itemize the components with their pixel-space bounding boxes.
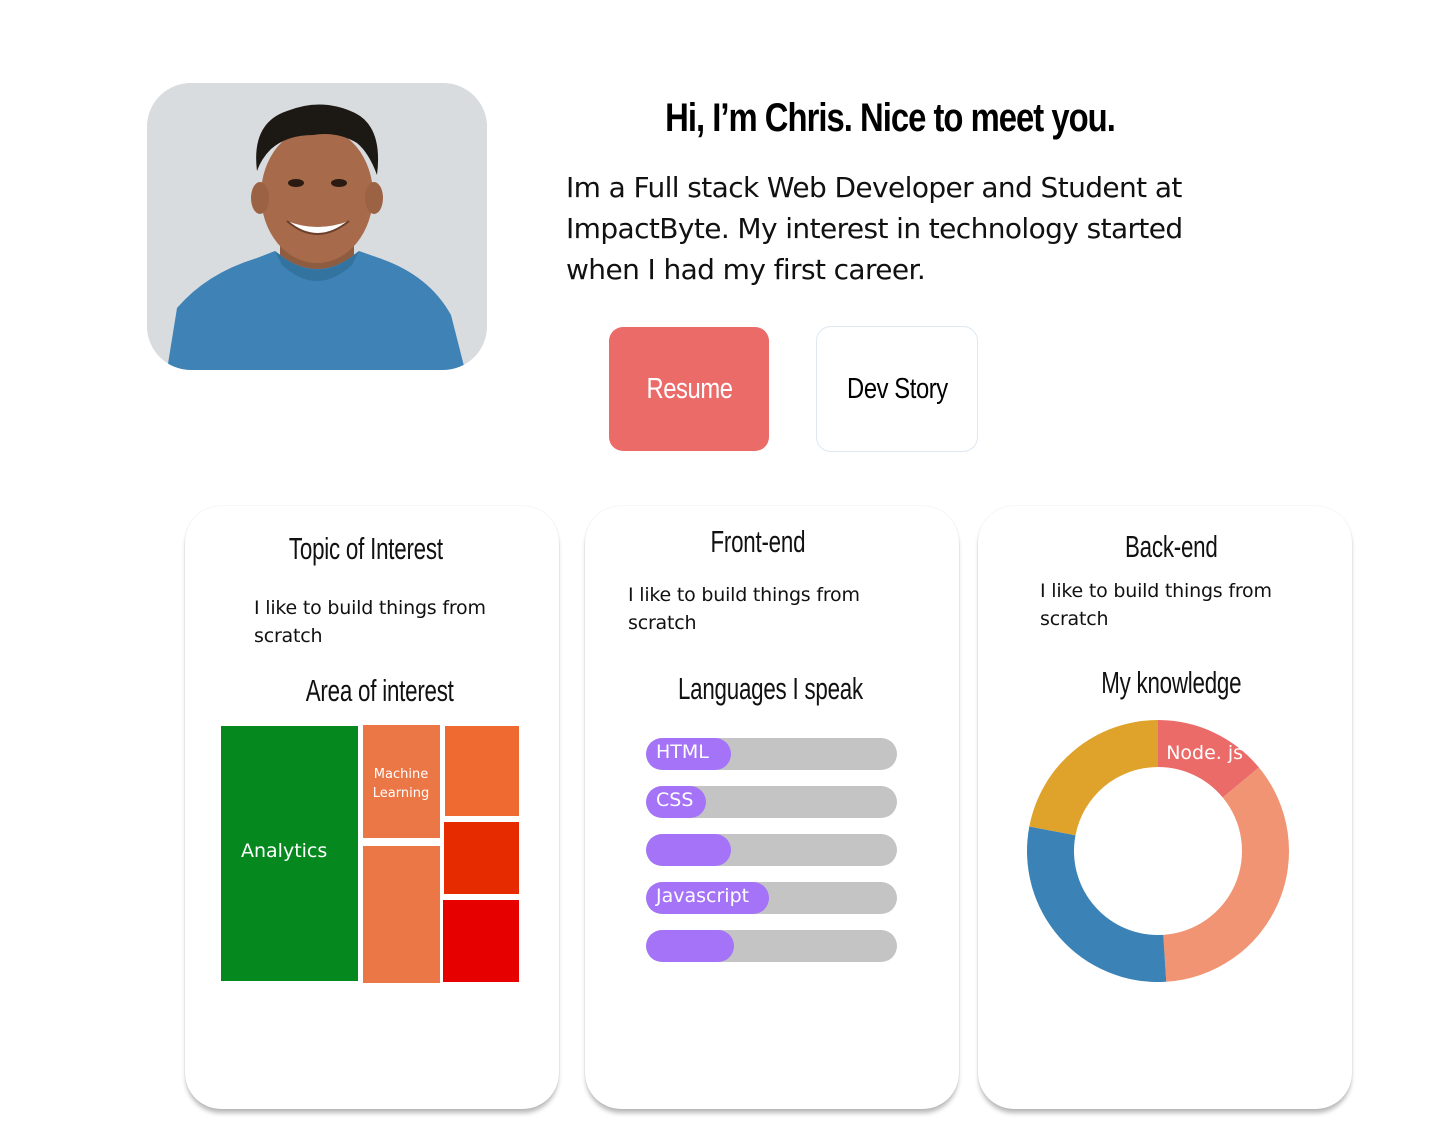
language-bar: HTML [646,738,897,770]
treemap-label: Analytics [241,840,328,862]
profile-photo [147,83,487,370]
card-description: I like to build things from scratch [628,584,860,634]
card-description: I like to build things from scratch [1040,580,1272,630]
treemap-cell [363,846,440,983]
treemap-cell [443,900,519,982]
language-bar [646,834,897,866]
treemap-label: Machine Learning [372,767,430,801]
card-title: Front-end [710,524,805,559]
card-subtitle: My knowledge [1100,665,1242,700]
language-bar-fill [646,834,732,866]
donut-slice-label: Node. js [1166,742,1243,764]
resume-button-label: Resume [645,372,733,405]
dev-story-button[interactable]: Dev Story [817,327,977,451]
donut-slice [1163,767,1289,982]
language-label: Javascript [656,885,750,907]
dev-story-button-label: Dev Story [846,372,948,405]
language-bar: CSS [646,786,897,818]
card-title: Back-end [1124,529,1218,564]
language-bar [646,930,897,962]
language-label: HTML [656,741,709,763]
page-title: Hi, I’m Chris. Nice to meet you. [665,96,1116,140]
language-bar: Javascript [646,882,897,914]
donut-slice [1027,826,1167,982]
language-bar-fill [646,930,734,962]
card-title: Topic of Interest [289,531,443,566]
resume-button[interactable]: Resume [609,327,769,451]
treemap-cell [444,822,519,894]
knowledge-donut-chart: Node. js [1027,720,1289,982]
language-label: CSS [656,789,694,811]
card-subtitle: Area of interest [306,673,454,708]
card-description: I like to build things from scratch [254,597,486,647]
donut-slice [1029,720,1158,836]
intro-text: Im a Full stack Web Developer and Studen… [566,171,1183,286]
card-subtitle: Languages I speak [677,671,863,706]
treemap-cell [445,726,519,816]
